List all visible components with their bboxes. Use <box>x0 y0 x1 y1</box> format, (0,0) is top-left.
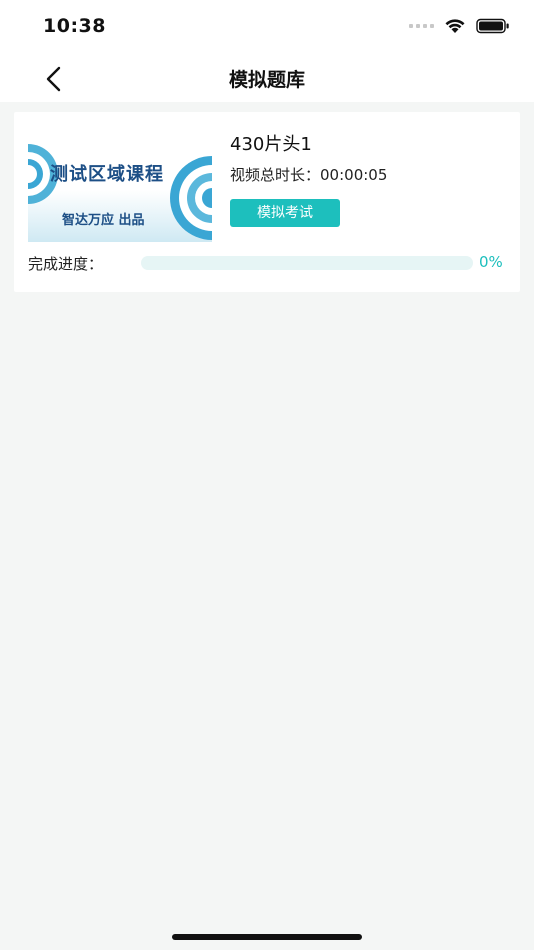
thumbnail-title: 测试区域课程 <box>50 164 164 185</box>
course-title: 430片头1 <box>230 134 312 155</box>
battery-icon <box>476 18 509 34</box>
status-time: 10:38 <box>43 15 106 37</box>
page-title: 模拟题库 <box>228 69 305 91</box>
home-indicator <box>172 934 362 940</box>
course-thumbnail[interactable]: 测试区域课程 智达万应 出品 <box>28 126 212 242</box>
cellular-signal-icon <box>409 24 434 28</box>
duration-label: 视频总时长： <box>230 166 321 184</box>
mock-exam-button[interactable]: 模拟考试 <box>230 199 340 227</box>
course-card[interactable]: 测试区域课程 智达万应 出品 430片头1 视频总时长：00:00:05 模拟考… <box>14 112 520 292</box>
progress-percent: 0% <box>479 253 503 271</box>
progress-bar <box>141 256 473 270</box>
duration-row: 视频总时长：00:00:05 <box>230 164 387 185</box>
wifi-icon <box>445 19 465 33</box>
status-icons <box>409 18 510 34</box>
status-bar: 10:38 <box>0 0 534 56</box>
duration-value: 00:00:05 <box>320 166 388 184</box>
nav-bar: 模拟题库 <box>0 56 534 102</box>
progress-label: 完成进度： <box>28 255 104 273</box>
thumbnail-subtitle: 智达万应 出品 <box>62 213 145 228</box>
